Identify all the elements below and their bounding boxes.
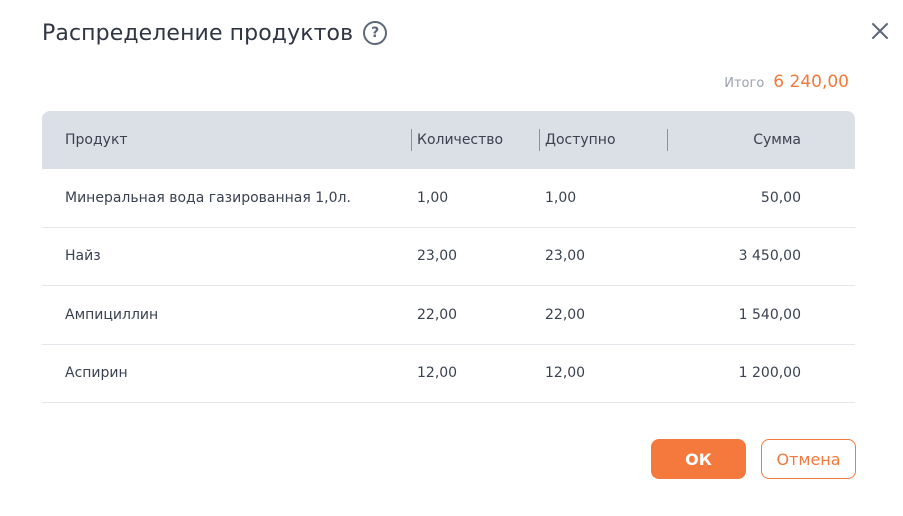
cell-quantity: 1,00 <box>417 189 449 206</box>
table-row[interactable]: Найз 23,00 23,00 3 450,00 <box>42 228 855 286</box>
column-divider[interactable] <box>411 129 412 151</box>
cell-sum: 3 450,00 <box>738 248 801 265</box>
cell-available: 12,00 <box>545 365 586 382</box>
products-table: Продукт Количество Доступно Сумма Минера… <box>42 111 855 403</box>
column-divider[interactable] <box>667 129 668 151</box>
cell-sum: 1 540,00 <box>738 306 801 323</box>
cell-available: 23,00 <box>545 248 586 265</box>
question-circle-icon[interactable]: ? <box>363 21 388 45</box>
cell-sum: 1 200,00 <box>738 365 801 382</box>
cell-quantity: 23,00 <box>417 248 458 265</box>
column-divider[interactable] <box>539 129 540 151</box>
column-header-product[interactable]: Продукт <box>65 111 128 169</box>
cell-quantity: 12,00 <box>417 365 458 382</box>
cancel-button[interactable]: Отмена <box>761 439 856 479</box>
cell-product: Ампициллин <box>65 306 159 323</box>
product-distribution-dialog: Распределение продуктов ? Итого 6 240,00… <box>0 0 903 516</box>
table-row[interactable]: Минеральная вода газированная 1,0л. 1,00… <box>42 169 855 228</box>
total-label: Итого <box>724 76 765 91</box>
column-header-quantity[interactable]: Количество <box>417 111 503 169</box>
total-value: 6 240,00 <box>773 72 849 92</box>
cell-product: Минеральная вода газированная 1,0л. <box>65 189 351 206</box>
cell-available: 1,00 <box>545 189 577 206</box>
total-summary: Итого 6 240,00 <box>724 72 849 92</box>
cell-product: Найз <box>65 248 101 265</box>
column-header-available[interactable]: Доступно <box>545 111 616 169</box>
dialog-title: Распределение продуктов <box>42 20 354 46</box>
table-header: Продукт Количество Доступно Сумма <box>42 111 855 169</box>
table-row[interactable]: Аспирин 12,00 12,00 1 200,00 <box>42 345 855 403</box>
dialog-header: Распределение продуктов ? <box>42 16 388 50</box>
ok-button[interactable]: ОК <box>651 439 746 479</box>
cell-product: Аспирин <box>65 365 128 382</box>
column-header-sum[interactable]: Сумма <box>753 111 801 169</box>
cell-sum: 50,00 <box>760 189 801 206</box>
cell-quantity: 22,00 <box>417 306 458 323</box>
cell-available: 22,00 <box>545 306 586 323</box>
close-icon[interactable] <box>868 19 892 43</box>
table-row[interactable]: Ампициллин 22,00 22,00 1 540,00 <box>42 286 855 345</box>
